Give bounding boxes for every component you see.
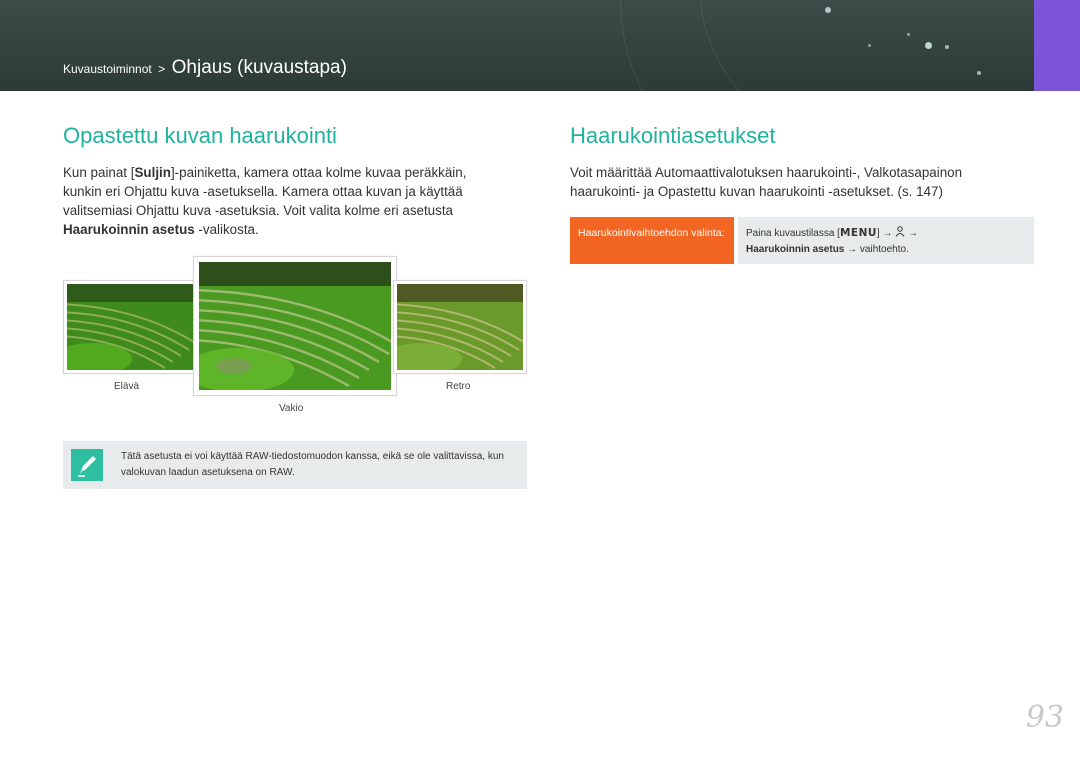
menu-button-label: MENU (839, 227, 877, 239)
camera-person-icon (895, 226, 905, 237)
caption-vivid: Elävä (114, 381, 140, 392)
note-box: Tätä asetusta ei voi käyttää RAW-tiedost… (63, 441, 527, 489)
caption-standard: Vakio (279, 403, 304, 414)
breadcrumb-current: Ohjaus (kuvaustapa) (171, 57, 347, 78)
image-frame-standard (193, 256, 397, 396)
breadcrumb-separator: > (158, 62, 166, 76)
page-number: 93 (1025, 700, 1064, 735)
note-text: Tätä asetusta ei voi käyttää RAW-tiedost… (121, 451, 504, 478)
right-paragraph: Voit määrittää Automaattivalotuksen haar… (570, 165, 963, 199)
photo-retro (397, 284, 523, 370)
left-section-title: Opastettu kuvan haarukointi (63, 123, 337, 148)
option-table: Haarukointivaihtoehdon valinta: Paina ku… (570, 217, 1034, 264)
option-value-cell: Paina kuvaustilassa [MENU] → → Haarukoinn… (738, 217, 1034, 264)
photo-vivid (67, 284, 193, 370)
pencil-note-icon (71, 449, 103, 481)
sparkle-icon (977, 71, 981, 75)
chapter-tab[interactable] (1034, 0, 1080, 91)
header-decoration (700, 0, 1034, 91)
breadcrumb: Kuvaustoiminnot > Ohjaus (kuvaustapa) (63, 57, 347, 79)
caption-retro: Retro (446, 381, 471, 392)
image-frame-retro (393, 280, 527, 374)
sparkle-icon (925, 42, 932, 49)
sparkle-icon (868, 44, 871, 47)
left-paragraph: Kun painat [Suljin]-painiketta, kamera o… (63, 165, 467, 237)
option-label: Haarukointivaihtoehdon valinta: (578, 227, 725, 239)
breadcrumb-parent[interactable]: Kuvaustoiminnot (63, 62, 152, 76)
image-frame-vivid (63, 280, 197, 374)
option-label-cell: Haarukointivaihtoehdon valinta: (570, 217, 734, 264)
right-section-title: Haarukointiasetukset (570, 123, 776, 148)
sparkle-icon (907, 33, 910, 36)
sparkle-icon (825, 7, 831, 13)
sparkle-icon (945, 45, 949, 49)
chapter-header: Kuvaustoiminnot > Ohjaus (kuvaustapa) (0, 0, 1034, 91)
option-instructions: Paina kuvaustilassa [MENU] → → Haarukoinn… (746, 226, 919, 255)
photo-standard (199, 262, 391, 390)
